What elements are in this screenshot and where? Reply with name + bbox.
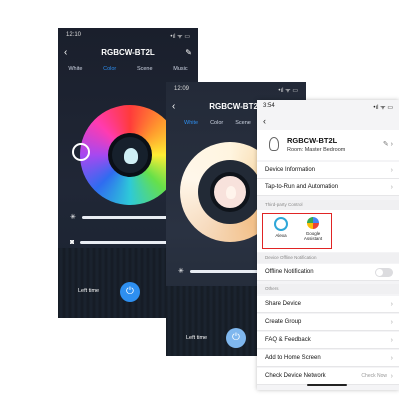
device-header[interactable]: RGBCW-BT2L Room: Master Bedroom ✎ › — [257, 130, 399, 160]
status-bar: 3:54 •ıl ᯤ ▭ — [263, 103, 393, 111]
wheel-gap — [198, 160, 262, 224]
bulb-icon — [269, 137, 279, 151]
tab-scene[interactable]: Scene — [235, 120, 251, 126]
status-time: 3:54 — [263, 103, 275, 109]
status-bar: 12:09 •ıl ᯤ ▭ — [174, 86, 298, 94]
status-icons: •ıl ᯤ ▭ — [373, 105, 393, 111]
alexa-label: Alexa — [275, 233, 287, 238]
wheel-center — [108, 133, 152, 177]
tab-music[interactable]: Music — [173, 66, 187, 72]
power-icon[interactable]: ⏻ — [226, 328, 246, 348]
screen-header: ‹ RGBCW-BT2L ✎ — [58, 46, 198, 60]
device-title: RGBCW-BT2L — [101, 48, 155, 57]
chevron-right-icon: › — [390, 337, 393, 344]
status-time: 12:10 — [66, 32, 82, 38]
google-assistant-label: Google Assistant — [303, 231, 323, 241]
row-label: Tap-to-Run and Automation — [265, 184, 339, 190]
device-information-row[interactable]: Device Information › — [257, 162, 399, 179]
alexa-tile[interactable]: Alexa — [267, 217, 295, 238]
offline-notification-toggle[interactable] — [375, 268, 393, 277]
row-label: Create Group — [265, 319, 302, 325]
section-others: Others — [257, 284, 399, 294]
alexa-icon — [274, 217, 288, 231]
row-label: Add to Home Screen — [265, 355, 321, 361]
chevron-right-icon: › — [390, 167, 393, 174]
power-icon[interactable]: ⏻ — [120, 282, 140, 302]
color-picker-knob[interactable] — [72, 143, 90, 161]
google-assistant-icon — [307, 217, 319, 229]
chevron-right-icon: › — [390, 184, 393, 191]
section-third-party: Third-party Control — [257, 200, 399, 210]
device-settings-screen: 3:54 •ıl ᯤ ▭ ‹ RGBCW-BT2L Room: Master B… — [257, 100, 399, 390]
row-label: Share Device — [265, 301, 302, 307]
section-offline: Device Offline Notification — [257, 253, 399, 263]
device-room: Room: Master Bedroom — [287, 147, 346, 153]
color-wheel[interactable] — [72, 105, 180, 205]
bulb-icon — [226, 186, 236, 199]
share-device-row[interactable]: Share Device › — [257, 296, 399, 313]
back-icon[interactable]: ‹ — [172, 100, 175, 114]
tab-white[interactable]: White — [68, 66, 82, 72]
tab-color[interactable]: Color — [103, 66, 116, 72]
google-assistant-tile[interactable]: Google Assistant — [299, 217, 327, 241]
add-to-home-screen-row[interactable]: Add to Home Screen › — [257, 350, 399, 367]
bulb-icon — [124, 148, 138, 164]
status-icons: •ıl ᯤ ▭ — [170, 34, 190, 40]
tap-to-run-row[interactable]: Tap-to-Run and Automation › — [257, 179, 399, 196]
wheel-center — [210, 172, 250, 212]
chevron-right-icon: › — [390, 319, 393, 326]
back-icon[interactable]: ‹ — [64, 46, 67, 60]
chevron-right-icon: › — [390, 373, 393, 380]
check-device-network-row[interactable]: Check Device Network Check Now › — [257, 368, 399, 385]
home-indicator — [307, 384, 347, 386]
row-label: Check Device Network — [265, 373, 326, 379]
status-bar: 12:10 •ıl ᯤ ▭ — [66, 32, 190, 40]
tab-color[interactable]: Color — [210, 120, 223, 126]
status-time: 12:09 — [174, 86, 190, 92]
faq-feedback-row[interactable]: FAQ & Feedback › — [257, 332, 399, 349]
status-icons: •ıl ᯤ ▭ — [278, 88, 298, 94]
create-group-row[interactable]: Create Group › — [257, 314, 399, 331]
brightness-icon: ✳ — [178, 268, 184, 275]
saturation-icon: ◙ — [70, 238, 75, 246]
tab-scene[interactable]: Scene — [137, 66, 153, 72]
check-now-link[interactable]: Check Now — [361, 368, 387, 385]
edit-icon[interactable]: ✎ › — [383, 140, 393, 148]
timer-label[interactable]: Left time — [186, 335, 207, 341]
timer-label[interactable]: Left time — [78, 288, 99, 294]
mode-tabs: White Color Scene Music — [58, 66, 198, 72]
third-party-highlight: Alexa Google Assistant — [262, 213, 332, 249]
chevron-right-icon: › — [390, 355, 393, 362]
brightness-icon: ✳ — [70, 214, 76, 221]
edit-icon[interactable]: ✎ — [185, 46, 192, 60]
row-label: FAQ & Feedback — [265, 337, 311, 343]
device-title: RGBCW-BT2L — [209, 102, 263, 111]
back-icon[interactable]: ‹ — [263, 116, 266, 126]
offline-notification-row: Offline Notification — [257, 264, 399, 281]
row-label: Offline Notification — [265, 269, 314, 275]
device-name: RGBCW-BT2L — [287, 136, 338, 145]
row-label: Device Information — [265, 167, 316, 173]
chevron-right-icon: › — [390, 301, 393, 308]
tab-white[interactable]: White — [184, 120, 198, 126]
